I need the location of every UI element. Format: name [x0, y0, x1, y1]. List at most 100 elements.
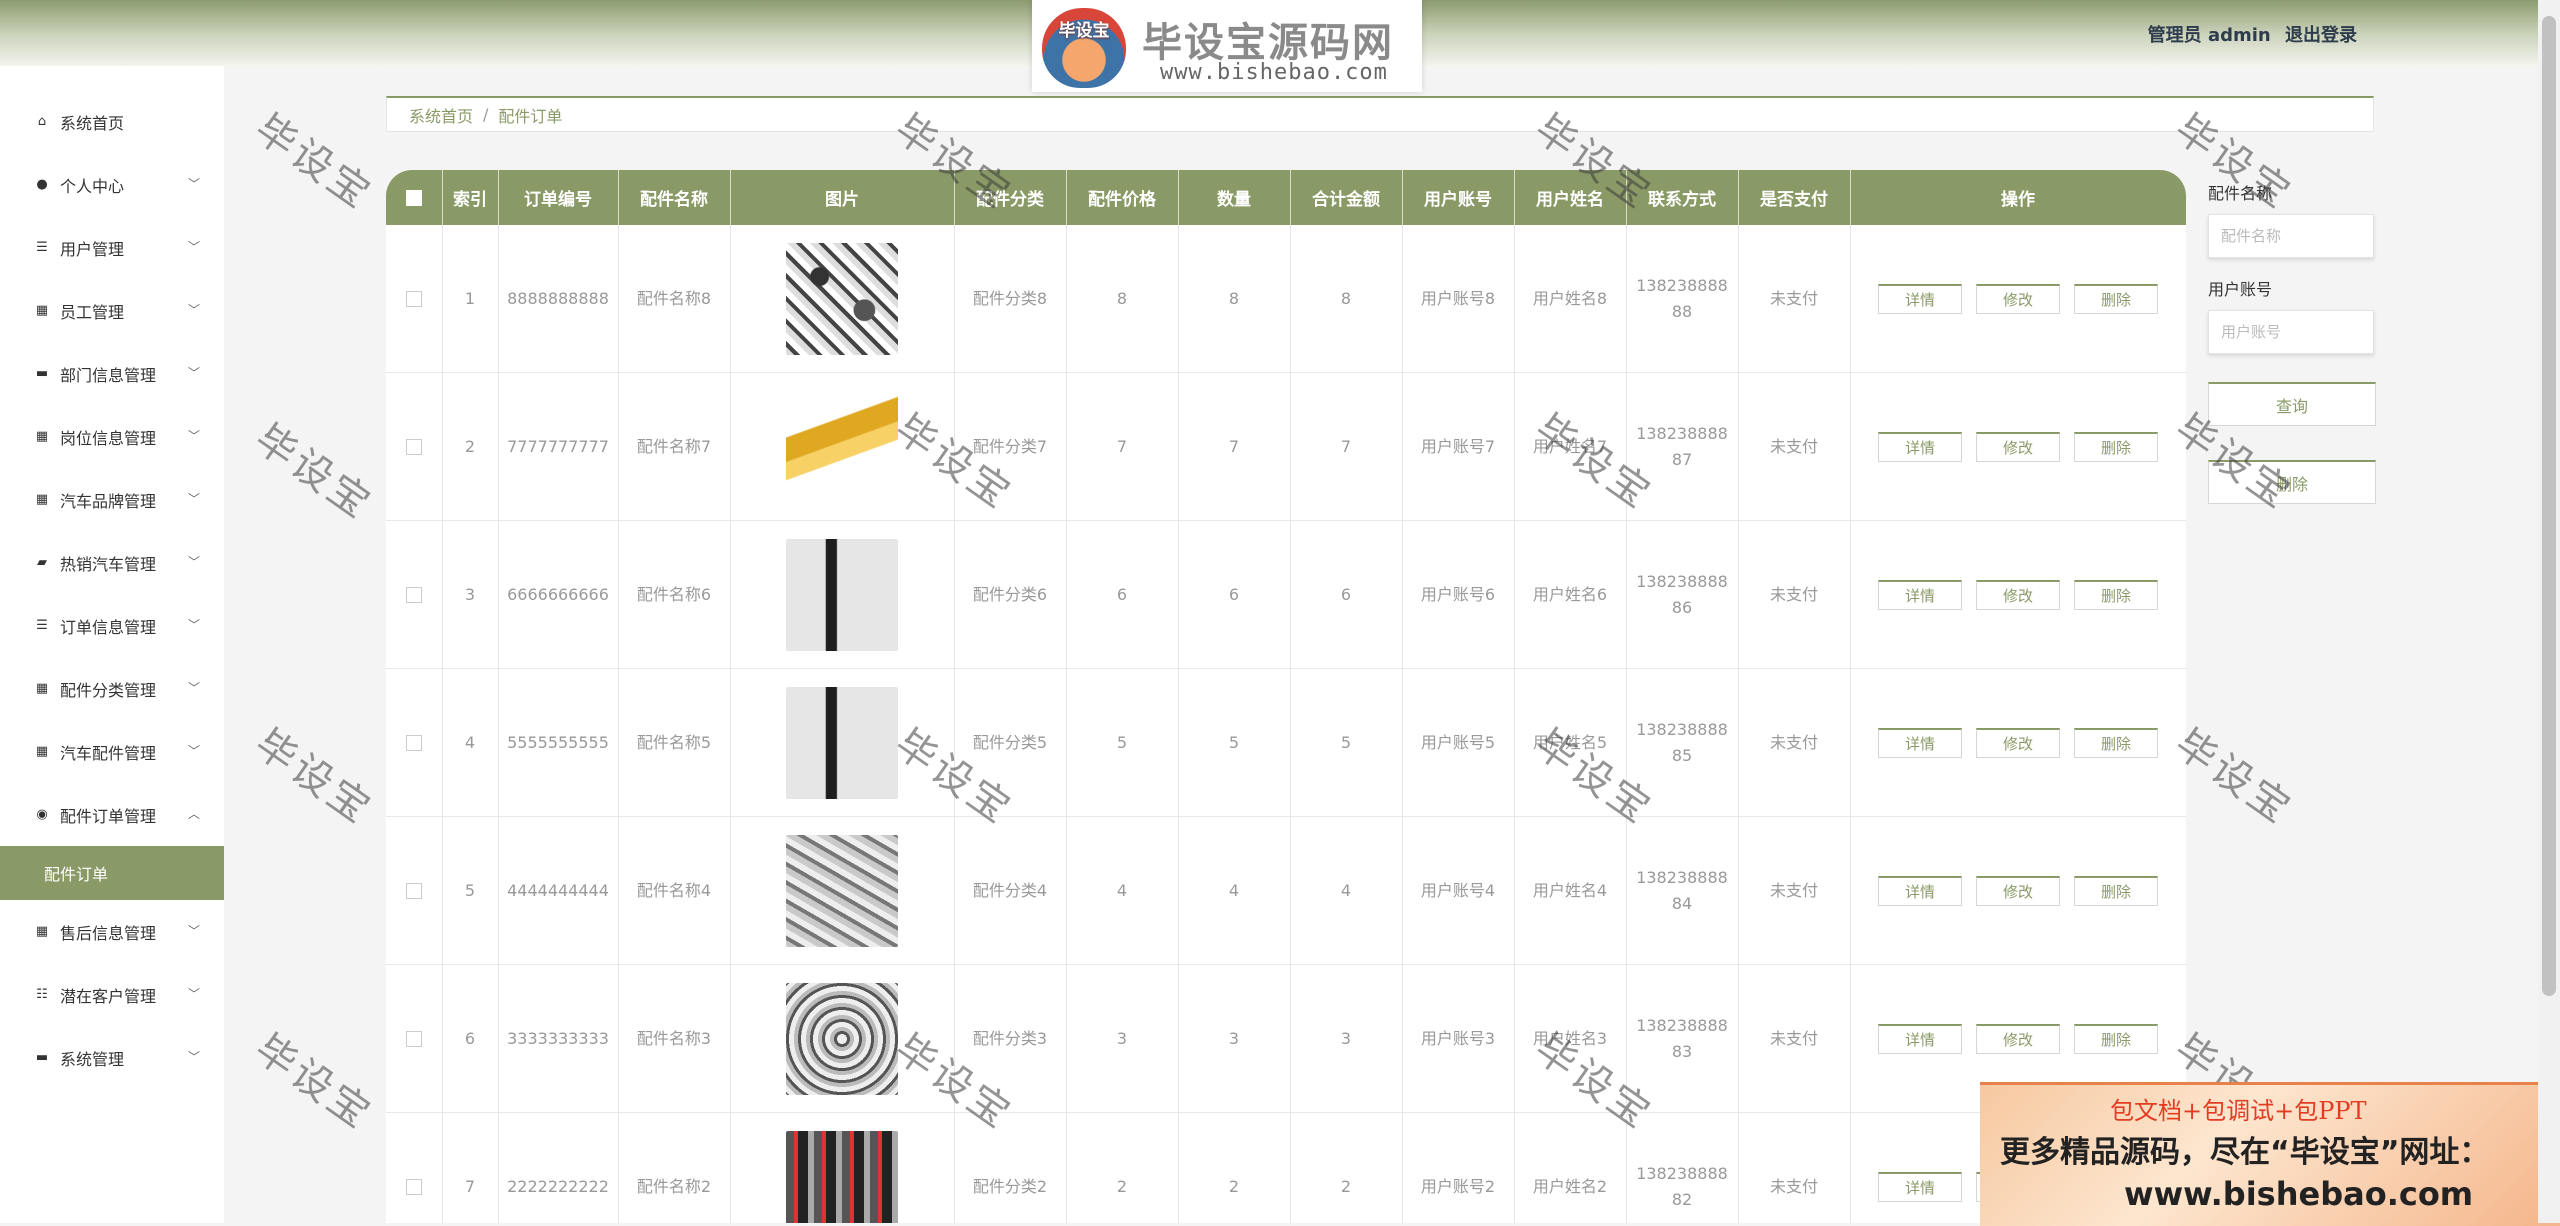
- select-cell: [386, 964, 443, 1113]
- chevron-down-icon: ﹀: [187, 744, 200, 758]
- detail-button[interactable]: 详情: [1878, 875, 1962, 906]
- sidebar-item-label: 潜在客户管理: [60, 986, 157, 1006]
- sidebar: ⌂ 系统首页 ● 个人中心 ﹀ ☰ 用户管理 ﹀ ▦ 员工管理 ﹀ ▬ 部门信息管理 ﹀ ▦ 岗位信息管理 ﹀ ▦…: [0, 66, 224, 1223]
- column-header: 配件名称: [618, 170, 731, 225]
- row-checkbox[interactable]: [405, 1179, 422, 1195]
- delete-button[interactable]: 删除: [2074, 579, 2158, 610]
- chevron-up-icon: ︿: [187, 807, 200, 821]
- sidebar-item-6[interactable]: ▦ 汽车品牌管理 ﹀: [0, 468, 224, 531]
- phone-cell: 138238888 85: [1626, 668, 1739, 817]
- row-checkbox[interactable]: [405, 587, 422, 603]
- select-cell: [386, 520, 443, 669]
- chevron-down-icon: ﹀: [187, 366, 200, 380]
- delete-button[interactable]: 删除: [2074, 283, 2158, 314]
- name-search-label: 配件名称: [2208, 184, 2273, 203]
- table-row: 5 4444444444 配件名称4 配件分类4 4 4 4 用户账号4 用户姓名4 138238…: [386, 816, 2186, 965]
- grid-icon: ▦: [35, 681, 49, 696]
- delete-button[interactable]: 删除: [2074, 431, 2158, 462]
- edit-button[interactable]: 修改: [1976, 431, 2060, 462]
- edit-button[interactable]: 修改: [1976, 1023, 2060, 1054]
- detail-button[interactable]: 详情: [1878, 1171, 1962, 1202]
- sidebar-item-11[interactable]: ◉ 配件订单管理 ︿: [0, 783, 224, 846]
- detail-button[interactable]: 详情: [1878, 431, 1962, 462]
- pin-icon: ◉: [36, 807, 48, 822]
- price-cell: 3: [1066, 964, 1179, 1113]
- breadcrumb-home[interactable]: 系统首页: [409, 103, 473, 127]
- sidebar-item-13[interactable]: ☷ 潜在客户管理 ﹀: [0, 963, 224, 1026]
- detail-button[interactable]: 详情: [1878, 579, 1962, 610]
- row-checkbox[interactable]: [405, 439, 422, 455]
- sidebar-item-4[interactable]: ▬ 部门信息管理 ﹀: [0, 342, 224, 405]
- table-row: 1 8888888888 配件名称8 配件分类8 8 8 8 用户账号8 用户姓名8 138238…: [386, 225, 2186, 373]
- price-cell: 4: [1066, 816, 1179, 965]
- order-no-cell: 7777777777: [498, 372, 619, 521]
- category-cell: 配件分类7: [954, 372, 1067, 521]
- select-all-checkbox[interactable]: [405, 189, 422, 206]
- edit-button[interactable]: 修改: [1976, 727, 2060, 758]
- sidebar-item-2[interactable]: ☰ 用户管理 ﹀: [0, 216, 224, 279]
- sidebar-subitem-parts-order[interactable]: 配件订单: [0, 846, 224, 900]
- user-box: 管理员 admin 退出登录: [2140, 21, 2357, 47]
- name-search-input[interactable]: [2208, 214, 2374, 258]
- column-header: 是否支付: [1738, 170, 1851, 225]
- category-cell: 配件分类2: [954, 1112, 1067, 1223]
- account-search-input[interactable]: [2208, 310, 2374, 354]
- row-checkbox[interactable]: [405, 1031, 422, 1047]
- sidebar-item-10[interactable]: ▦ 汽车配件管理 ﹀: [0, 720, 224, 783]
- chevron-down-icon: ﹀: [187, 303, 200, 317]
- image-cell: [730, 520, 955, 669]
- username-cell: 用户姓名3: [1514, 964, 1627, 1113]
- ad-line-2: 更多精品源码，尽在“毕设宝”网址：: [2000, 1135, 2490, 1170]
- account-cell: 用户账号6: [1402, 520, 1515, 669]
- batch-delete-button[interactable]: 删除: [2208, 460, 2376, 504]
- category-cell: 配件分类4: [954, 816, 1067, 965]
- delete-button[interactable]: 删除: [2074, 727, 2158, 758]
- delete-button[interactable]: 删除: [2074, 875, 2158, 906]
- chevron-down-icon: ﹀: [187, 987, 200, 1001]
- chevron-down-icon: ﹀: [187, 618, 200, 632]
- sidebar-item-9[interactable]: ▦ 配件分类管理 ﹀: [0, 657, 224, 720]
- sidebar-item-5[interactable]: ▦ 岗位信息管理 ﹀: [0, 405, 224, 468]
- sidebar-item-3[interactable]: ▦ 员工管理 ﹀: [0, 279, 224, 342]
- detail-button[interactable]: 详情: [1878, 1023, 1962, 1054]
- logout-link[interactable]: 退出登录: [2285, 25, 2357, 46]
- edit-button[interactable]: 修改: [1976, 579, 2060, 610]
- image-cell: [730, 372, 955, 521]
- row-checkbox[interactable]: [405, 735, 422, 751]
- ad-line-3: www.bishebao.com: [2124, 1175, 2474, 1213]
- ad-banner[interactable]: 包文档+包调试+包PPT 更多精品源码，尽在“毕设宝”网址： www.bishe…: [1980, 1082, 2560, 1226]
- sidebar-item-12[interactable]: ▦ 售后信息管理 ﹀: [0, 900, 224, 963]
- username-cell: 用户姓名6: [1514, 520, 1627, 669]
- column-header: 图片: [730, 170, 955, 225]
- qty-cell: 3: [1178, 964, 1291, 1113]
- edit-button[interactable]: 修改: [1976, 875, 2060, 906]
- sidebar-item-label: 配件分类管理: [60, 680, 157, 700]
- sidebar-item-14[interactable]: ▬ 系统管理 ﹀: [0, 1026, 224, 1089]
- page-scrollbar[interactable]: [2538, 0, 2560, 1223]
- qty-cell: 6: [1178, 520, 1291, 669]
- total-cell: 7: [1290, 372, 1403, 521]
- sidebar-item-1[interactable]: ● 个人中心 ﹀: [0, 153, 224, 216]
- site-logo: 毕设宝 毕设宝源码网 www.bishebao.com: [1032, 0, 1422, 92]
- column-header: 配件价格: [1066, 170, 1179, 225]
- detail-button[interactable]: 详情: [1878, 727, 1962, 758]
- scrollbar-thumb[interactable]: [2542, 16, 2556, 996]
- name-cell: 配件名称5: [618, 668, 731, 817]
- row-checkbox[interactable]: [405, 291, 422, 307]
- column-header: 用户账号: [1402, 170, 1515, 225]
- sidebar-item-7[interactable]: ▰ 热销汽车管理 ﹀: [0, 531, 224, 594]
- row-checkbox[interactable]: [405, 883, 422, 899]
- column-header: 数量: [1178, 170, 1291, 225]
- account-cell: 用户账号3: [1402, 964, 1515, 1113]
- qty-cell: 7: [1178, 372, 1291, 521]
- phone-line-2: 83: [1671, 1041, 1693, 1061]
- sidebar-item-0[interactable]: ⌂ 系统首页: [0, 90, 224, 153]
- query-button[interactable]: 查询: [2208, 382, 2376, 426]
- select-cell: [386, 668, 443, 817]
- edit-button[interactable]: 修改: [1976, 283, 2060, 314]
- sidebar-item-8[interactable]: ☰ 订单信息管理 ﹀: [0, 594, 224, 657]
- detail-button[interactable]: 详情: [1878, 283, 1962, 314]
- category-cell: 配件分类3: [954, 964, 1067, 1113]
- chevron-down-icon: ﹀: [187, 492, 200, 506]
- delete-button[interactable]: 删除: [2074, 1023, 2158, 1054]
